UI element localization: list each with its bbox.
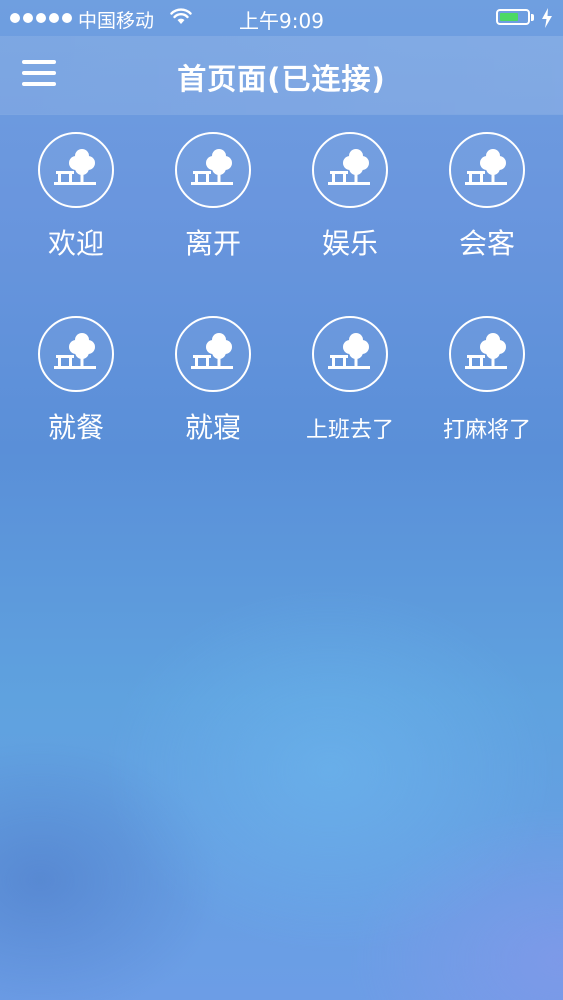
scene-tile-mahjong[interactable]: 打麻将了 [427, 312, 547, 482]
tree-bench-icon [312, 316, 388, 392]
tile-label: 就寝 [184, 411, 241, 444]
scene-tile-leave[interactable]: 离开 [153, 128, 273, 298]
navigation-bar: 首页面(已连接) [0, 36, 563, 114]
tree-bench-icon [449, 316, 525, 392]
charging-bolt-icon [541, 8, 553, 33]
tree-bench-icon [175, 316, 251, 392]
status-bar: 中国移动 上午9:09 [0, 0, 563, 36]
tree-bench-icon [38, 132, 114, 208]
scene-tile-sleep[interactable]: 就寝 [153, 312, 273, 482]
tree-bench-icon [449, 132, 525, 208]
tree-bench-icon [312, 132, 388, 208]
tree-bench-icon [38, 316, 114, 392]
tile-label: 打麻将了 [442, 418, 531, 443]
tile-label: 上班去了 [305, 418, 394, 443]
tree-bench-icon [175, 132, 251, 208]
tile-label: 会客 [458, 227, 515, 260]
scene-tile-dining[interactable]: 就餐 [16, 312, 136, 482]
tile-label: 娱乐 [321, 227, 378, 260]
scene-tile-entertainment[interactable]: 娱乐 [290, 128, 410, 298]
page-title: 首页面(已连接) [177, 62, 386, 96]
tile-label: 离开 [184, 227, 241, 260]
scene-tile-work[interactable]: 上班去了 [290, 312, 410, 482]
battery-tip [531, 14, 534, 21]
battery-level-fill [500, 13, 519, 21]
status-time: 上午9:09 [239, 9, 324, 33]
scene-tile-welcome[interactable]: 欢迎 [16, 128, 136, 298]
scene-tile-guest[interactable]: 会客 [427, 128, 547, 298]
battery-icon [496, 9, 530, 25]
